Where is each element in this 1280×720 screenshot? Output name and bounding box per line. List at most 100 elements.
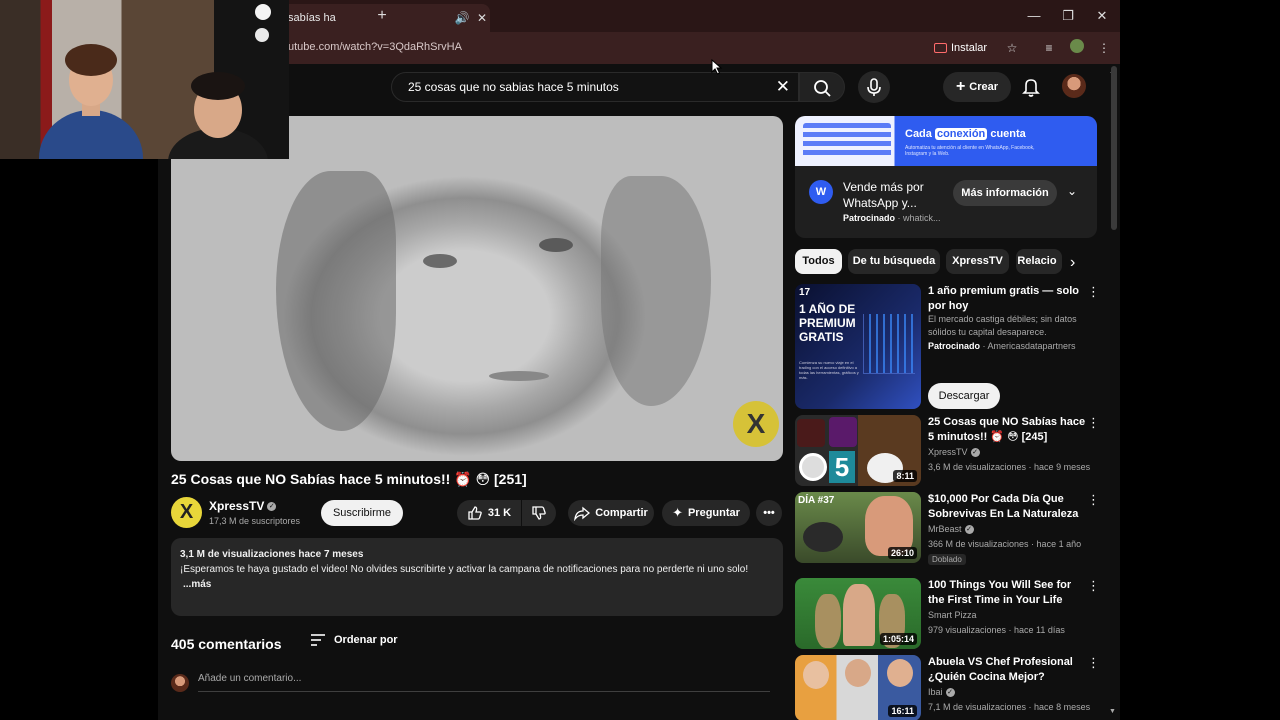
- video-thumbnail[interactable]: 16:11: [795, 655, 921, 720]
- comment-input[interactable]: Añade un comentario...: [198, 673, 301, 684]
- thumbnail-number: 5: [829, 451, 855, 483]
- list-item[interactable]: 5 8:11 25 Cosas que NO Sabías hace 5 min…: [795, 415, 1105, 490]
- recommendation-meta: 3,6 M de visualizaciones · hace 9 meses: [928, 462, 1091, 472]
- list-item[interactable]: DÍA #37 26:10 $10,000 Por Cada Día Que S…: [795, 492, 1105, 567]
- list-item[interactable]: 17 1 AÑO DE PREMIUM GRATIS Comienza su n…: [795, 284, 1105, 412]
- minimize-icon[interactable]: —: [1017, 6, 1051, 26]
- thumbs-up-icon: [468, 506, 482, 520]
- recommendation-channel[interactable]: Ibai ✓: [928, 687, 955, 698]
- verified-icon: ✓: [964, 525, 974, 535]
- sponsored-ad-card[interactable]: Cada conexión cuenta Automatiza tu atenc…: [795, 116, 1097, 238]
- recommendation-title[interactable]: Abuela VS Chef Profesional ¿Quién Cocina…: [928, 655, 1090, 685]
- video-title: 25 Cosas que NO Sabías hace 5 minutos!! …: [171, 471, 527, 487]
- url-field[interactable]: utube.com/watch?v=3QdaRhSrvHA: [288, 41, 462, 53]
- more-vertical-icon[interactable]: ⋮: [1087, 415, 1100, 431]
- clear-search-icon[interactable]: ✕: [776, 77, 790, 97]
- tab-close-icon[interactable]: ✕: [474, 11, 490, 25]
- video-thumbnail[interactable]: 1:05:14: [795, 578, 921, 649]
- more-vertical-icon[interactable]: ⋮: [1087, 492, 1100, 508]
- more-vertical-icon[interactable]: ⋮: [1087, 284, 1100, 300]
- more-horizontal-icon: •••: [763, 507, 775, 519]
- recommendation-title[interactable]: 25 Cosas que NO Sabías hace 5 minutos!! …: [928, 415, 1090, 445]
- subscribe-button[interactable]: Suscribirme: [321, 500, 403, 526]
- recommendation-channel[interactable]: XpressTV ✓: [928, 447, 980, 458]
- chip-todos[interactable]: Todos: [795, 249, 842, 274]
- more-vertical-icon[interactable]: ⋮: [1087, 655, 1100, 671]
- restore-icon[interactable]: ❐: [1051, 6, 1085, 26]
- thumbnail-text: 1 AÑO DE PREMIUM GRATIS: [799, 302, 856, 344]
- search-icon: [814, 80, 831, 97]
- comment-count: 405 comentarios: [171, 636, 282, 652]
- close-window-icon[interactable]: ✕: [1085, 6, 1119, 26]
- video-player[interactable]: X: [171, 116, 783, 461]
- download-button[interactable]: Descargar: [928, 383, 1000, 409]
- media-control-icon[interactable]: ≡: [1040, 39, 1058, 57]
- channel-avatar[interactable]: X: [171, 497, 202, 528]
- recommendation-channel[interactable]: Smart Pizza: [928, 610, 977, 620]
- verified-icon: ✓: [267, 502, 277, 512]
- scrollbar-thumb[interactable]: [1111, 66, 1117, 230]
- recommendation-meta: 366 M de visualizaciones · hace 1 año: [928, 539, 1082, 549]
- speaker-icon[interactable]: 🔊: [454, 11, 470, 25]
- create-button[interactable]: + Crear: [943, 72, 1011, 102]
- recommendation-title[interactable]: 100 Things You Will See for the First Ti…: [928, 578, 1090, 608]
- search-input[interactable]: 25 cosas que no sabias hace 5 minutos ✕: [391, 72, 799, 102]
- search-query: 25 cosas que no sabias hace 5 minutos: [408, 80, 619, 94]
- create-label: Crear: [969, 81, 999, 93]
- verified-icon: ✓: [945, 688, 955, 698]
- bell-icon: [1022, 79, 1040, 97]
- profile-icon[interactable]: [1068, 39, 1086, 57]
- sort-label: Ordenar por: [334, 634, 398, 646]
- chart-graphic: [863, 314, 915, 374]
- more-vertical-icon[interactable]: ⋮: [1087, 578, 1100, 594]
- more-actions-button[interactable]: •••: [756, 500, 782, 526]
- voice-search-button[interactable]: [858, 71, 890, 103]
- chip-relacionados[interactable]: Relacio: [1016, 249, 1062, 274]
- bookmark-star-icon[interactable]: ☆: [1003, 39, 1021, 57]
- show-more-link[interactable]: ...más: [180, 577, 774, 592]
- chip-xpresstv[interactable]: XpressTV: [946, 249, 1009, 274]
- chevron-right-icon[interactable]: ›: [1070, 254, 1075, 272]
- install-button[interactable]: Instalar: [934, 39, 987, 57]
- background-light: [255, 28, 269, 42]
- video-thumbnail[interactable]: 17 1 AÑO DE PREMIUM GRATIS Comienza su n…: [795, 284, 921, 409]
- video-thumbnail[interactable]: DÍA #37 26:10: [795, 492, 921, 563]
- recommendation-title[interactable]: 1 año premium gratis — solo por hoy: [928, 284, 1090, 314]
- scroll-down-icon[interactable]: ▼: [1109, 708, 1116, 715]
- new-tab-icon[interactable]: +: [372, 6, 392, 26]
- like-button[interactable]: 31 K: [457, 500, 521, 526]
- dislike-button[interactable]: [522, 500, 556, 526]
- description-box[interactable]: 3,1 M de visualizaciones hace 7 meses ¡E…: [171, 538, 783, 616]
- chevron-down-icon[interactable]: ⌄: [1067, 184, 1077, 198]
- video-duration: 1:05:14: [879, 633, 917, 645]
- browser-window: sabías ha 🔊 ✕ + — ❐ ✕ utube.com/watch?v=…: [158, 0, 1120, 720]
- sort-icon: [311, 634, 325, 646]
- sort-comments-button[interactable]: Ordenar por: [310, 634, 398, 646]
- account-avatar[interactable]: [1062, 74, 1086, 98]
- list-item[interactable]: 16:11 Abuela VS Chef Profesional ¿Quién …: [795, 655, 1105, 720]
- comment-input-underline: [198, 691, 770, 692]
- comment-user-avatar: [171, 674, 189, 692]
- channel-name[interactable]: XpressTV ✓: [209, 499, 277, 513]
- recommendation-title[interactable]: $10,000 Por Cada Día Que Sobrevivas En L…: [928, 492, 1090, 522]
- mouse-cursor-icon: [711, 59, 723, 75]
- chip-de-tu-busqueda[interactable]: De tu búsqueda: [848, 249, 940, 274]
- channel-watermark-logo: X: [733, 401, 779, 447]
- ad-more-info-button[interactable]: Más información: [953, 180, 1057, 206]
- thumbnail-graphic: [815, 594, 841, 648]
- ask-button[interactable]: ✦ Preguntar: [662, 500, 750, 526]
- tab-title: sabías ha: [288, 12, 336, 24]
- video-frame-shape: [423, 254, 457, 268]
- browser-menu-icon[interactable]: ⋮: [1095, 39, 1113, 57]
- thumbnail-logo: 17: [799, 287, 811, 298]
- ad-banner-headline: Cada conexión cuenta: [905, 128, 1026, 140]
- ad-title[interactable]: Vende más por WhatsApp y...: [843, 179, 943, 211]
- recommendation-channel[interactable]: MrBeast ✓: [928, 524, 974, 535]
- notifications-button[interactable]: [1018, 74, 1044, 100]
- search-button[interactable]: [799, 72, 845, 102]
- list-item[interactable]: 1:05:14 100 Things You Will See for the …: [795, 578, 1105, 653]
- share-button[interactable]: Compartir: [568, 500, 654, 526]
- video-thumbnail[interactable]: 5 8:11: [795, 415, 921, 486]
- like-count: 31 K: [487, 507, 512, 519]
- ad-banner[interactable]: Cada conexión cuenta Automatiza tu atenc…: [795, 116, 1097, 166]
